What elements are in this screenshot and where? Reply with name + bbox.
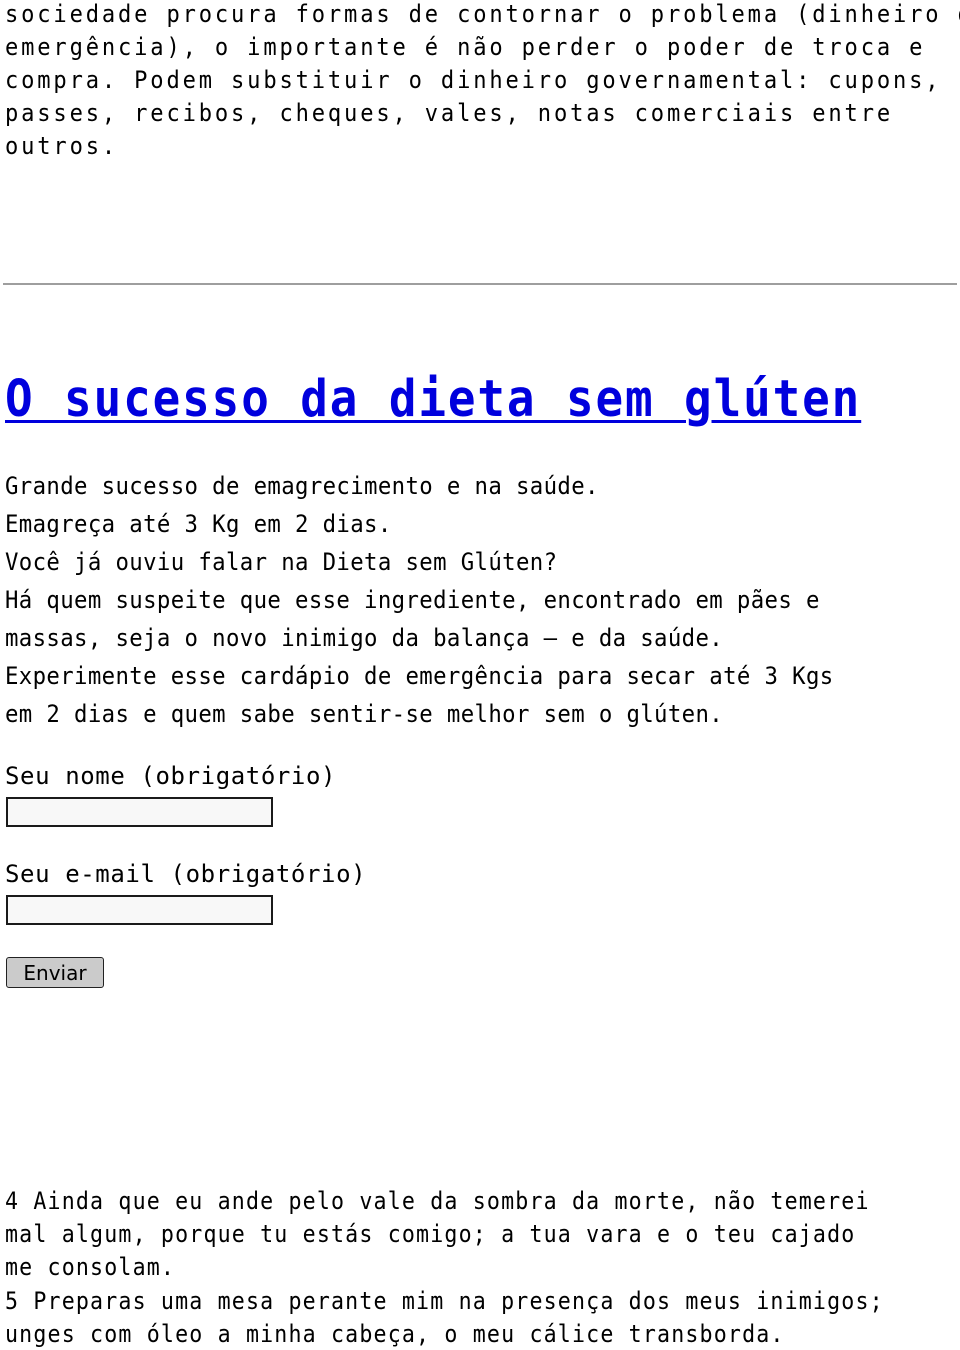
psalm-line: me consolam. xyxy=(5,1253,176,1281)
article-line: Emagreça até 3 Kg em 2 dias. xyxy=(5,510,392,538)
intro-line: emergência), o importante é não perder o… xyxy=(5,33,926,61)
psalm-line: 5 Preparas uma mesa perante mim na prese… xyxy=(5,1287,884,1315)
psalm-line: unges com óleo a minha cabeça, o meu cál… xyxy=(5,1320,785,1348)
intro-line: outros. xyxy=(5,132,119,160)
intro-line: passes, recibos, cheques, vales, notas c… xyxy=(5,99,894,127)
article-title-link[interactable]: O sucesso da dieta sem glúten xyxy=(5,370,861,429)
article-line: em 2 dias e quem sabe sentir-se melhor s… xyxy=(5,700,724,728)
intro-line: compra. Podem substituir o dinheiro gove… xyxy=(5,66,942,94)
article-line: Experimente esse cardápio de emergência … xyxy=(5,662,834,690)
submit-button[interactable]: Enviar xyxy=(6,957,104,988)
email-input[interactable] xyxy=(6,895,273,925)
email-label: Seu e-mail (obrigatório) xyxy=(5,860,367,888)
article-line: Você já ouviu falar na Dieta sem Glúten? xyxy=(5,548,558,576)
psalm-line: 4 Ainda que eu ande pelo vale da sombra … xyxy=(5,1187,870,1215)
article-line: massas, seja o novo inimigo da balança –… xyxy=(5,624,724,652)
horizontal-divider xyxy=(3,283,957,285)
intro-line: sociedade procura formas de contornar o … xyxy=(5,0,960,28)
name-label: Seu nome (obrigatório) xyxy=(5,762,337,790)
article-line: Grande sucesso de emagrecimento e na saú… xyxy=(5,472,599,500)
psalm-line: mal algum, porque tu estás comigo; a tua… xyxy=(5,1220,856,1248)
article-line: Há quem suspeite que esse ingrediente, e… xyxy=(5,586,820,614)
name-input[interactable] xyxy=(6,797,273,827)
